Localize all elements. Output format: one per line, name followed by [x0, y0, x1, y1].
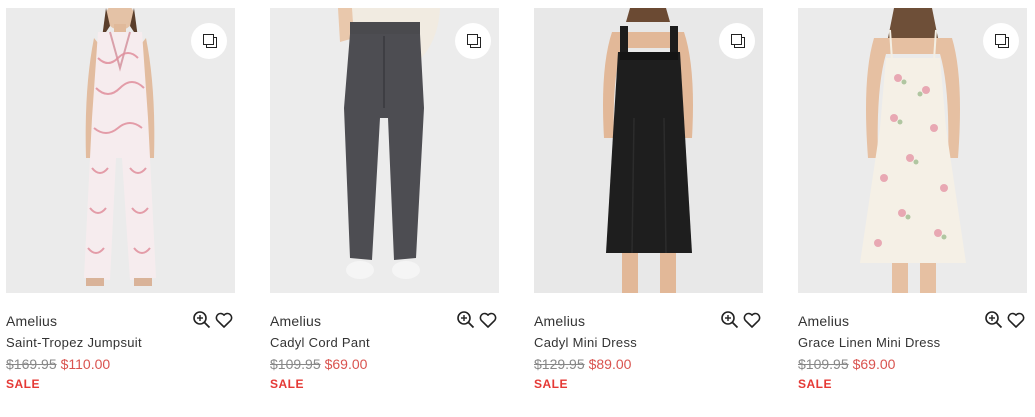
quick-view-button[interactable]	[983, 23, 1019, 59]
product-card[interactable]: Amelius Saint-Tropez Jumpsuit $169.95 $11…	[6, 0, 236, 417]
original-price: $109.95	[798, 356, 849, 372]
original-price: $169.95	[6, 356, 57, 372]
sale-price: $110.00	[60, 356, 111, 372]
product-actions	[720, 310, 762, 330]
product-actions	[456, 310, 498, 330]
product-card[interactable]: Amelius Grace Linen Mini Dress $109.95 $6…	[798, 0, 1028, 417]
sale-price: $69.00	[324, 356, 368, 372]
product-image[interactable]	[798, 8, 1027, 293]
sale-badge: SALE	[270, 377, 305, 391]
product-brand[interactable]: Amelius	[6, 313, 57, 329]
product-title[interactable]: Grace Linen Mini Dress	[798, 335, 940, 350]
original-price: $129.95	[534, 356, 585, 372]
product-brand[interactable]: Amelius	[798, 313, 849, 329]
sale-price: $69.00	[852, 356, 896, 372]
product-price: $169.95 $110.00	[6, 356, 110, 372]
product-brand[interactable]: Amelius	[534, 313, 585, 329]
product-image[interactable]	[6, 8, 235, 293]
sale-price: $89.00	[588, 356, 632, 372]
sale-badge: SALE	[798, 377, 833, 391]
heart-icon[interactable]	[1006, 310, 1026, 330]
product-title[interactable]: Saint-Tropez Jumpsuit	[6, 335, 142, 350]
quick-view-button[interactable]	[191, 23, 227, 59]
sale-badge: SALE	[6, 377, 41, 391]
quick-view-button[interactable]	[719, 23, 755, 59]
zoom-icon[interactable]	[720, 310, 740, 330]
zoom-icon[interactable]	[984, 310, 1004, 330]
product-price: $129.95 $89.00	[534, 356, 631, 372]
heart-icon[interactable]	[742, 310, 762, 330]
product-title[interactable]: Cadyl Cord Pant	[270, 335, 370, 350]
product-actions	[984, 310, 1026, 330]
product-actions	[192, 310, 234, 330]
product-brand[interactable]: Amelius	[270, 313, 321, 329]
product-title[interactable]: Cadyl Mini Dress	[534, 335, 637, 350]
product-card[interactable]: Amelius Cadyl Mini Dress $129.95 $89.00 S…	[534, 0, 764, 417]
product-card[interactable]: Amelius Cadyl Cord Pant $109.95 $69.00 SA…	[270, 0, 500, 417]
heart-icon[interactable]	[214, 310, 234, 330]
heart-icon[interactable]	[478, 310, 498, 330]
sale-badge: SALE	[534, 377, 569, 391]
original-price: $109.95	[270, 356, 321, 372]
product-image[interactable]	[270, 8, 499, 293]
product-price: $109.95 $69.00	[798, 356, 895, 372]
product-price: $109.95 $69.00	[270, 356, 367, 372]
zoom-icon[interactable]	[456, 310, 476, 330]
product-image[interactable]	[534, 8, 763, 293]
product-grid: Amelius Saint-Tropez Jumpsuit $169.95 $11…	[0, 0, 1035, 417]
quick-view-button[interactable]	[455, 23, 491, 59]
zoom-icon[interactable]	[192, 310, 212, 330]
